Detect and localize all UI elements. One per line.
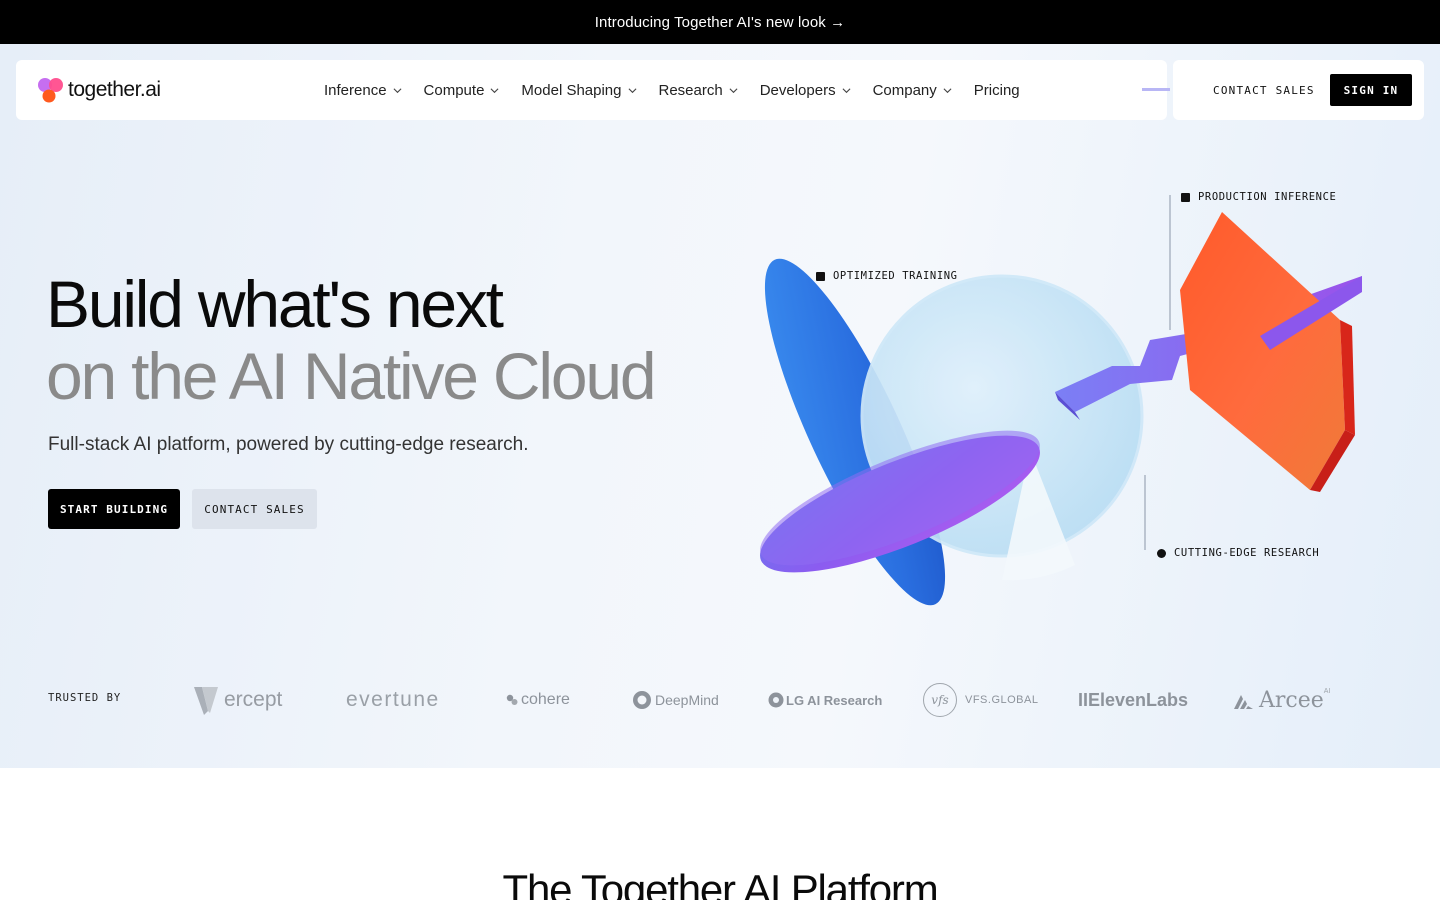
nav-accent-line	[1142, 88, 1170, 91]
nav-item-pricing[interactable]: Pricing	[974, 82, 1020, 99]
vercept-wordmark: ercept	[224, 688, 283, 711]
hero-title-line2: on the AI Native Cloud	[46, 339, 657, 413]
chevron-down-icon	[490, 87, 499, 93]
arcee-mark-icon	[1234, 695, 1253, 709]
lg-mark-icon	[768, 692, 784, 708]
logo-deepmind: DeepMind	[632, 680, 719, 720]
hero-illustration: PRODUCTION INFERENCE OPTIMIZED TRAINING …	[740, 180, 1400, 630]
cohere-mark-icon	[506, 694, 518, 705]
announcement-link[interactable]: Introducing Together AI's new look →	[595, 14, 846, 31]
optimized-training-icon	[816, 271, 825, 281]
nav-item-company[interactable]: Company	[873, 82, 952, 99]
header-actions: CONTACT SALES SIGN IN	[1173, 60, 1424, 120]
tag-cutting-edge-research: CUTTING-EDGE RESEARCH	[1157, 547, 1319, 559]
arcee-wordmark: Arcee	[1259, 687, 1324, 713]
deepmind-mark-icon	[633, 691, 651, 709]
nav-item-model-shaping[interactable]: Model Shaping	[521, 82, 636, 99]
logo-vfs-global: vfs VFS.GLOBAL	[923, 680, 1038, 720]
logo-vercept: ercept	[192, 680, 282, 720]
hero-subtitle: Full-stack AI platform, powered by cutti…	[48, 434, 529, 455]
trusted-by-label: TRUSTED BY	[48, 692, 122, 704]
logo-lg-ai-research: LG AI Research	[768, 680, 882, 720]
main-navbar: together.ai Inference Compute Model Shap…	[16, 60, 1170, 120]
tag-optimized-training: OPTIMIZED TRAINING	[816, 270, 958, 282]
nav-item-developers[interactable]: Developers	[760, 82, 851, 99]
tag-label: OPTIMIZED TRAINING	[833, 270, 958, 282]
cohere-wordmark: cohere	[521, 691, 570, 708]
vfs-mark-icon: vfs	[923, 683, 957, 717]
platform-section-title: The Together AI Platform	[502, 866, 938, 900]
nav-label: Inference	[324, 81, 387, 99]
chevron-down-icon	[943, 87, 952, 93]
vfs-wordmark: VFS.GLOBAL	[965, 694, 1039, 706]
hero-contact-sales-button[interactable]: CONTACT SALES	[192, 489, 317, 529]
chevron-down-icon	[729, 87, 738, 93]
logo-evertune: evertune	[346, 680, 440, 720]
brand-name: together.ai	[68, 78, 161, 101]
chevron-down-icon	[628, 87, 636, 93]
evertune-wordmark: evertune	[346, 688, 440, 711]
tag-production-inference: PRODUCTION INFERENCE	[1181, 191, 1336, 203]
elevenlabs-wordmark: IIElevenLabs	[1078, 689, 1189, 710]
tag-label: CUTTING-EDGE RESEARCH	[1174, 547, 1320, 559]
tag-label: PRODUCTION INFERENCE	[1198, 191, 1337, 203]
lg-wordmark: LG AI Research	[786, 692, 883, 708]
chevron-down-icon	[393, 87, 402, 93]
nav-item-inference[interactable]: Inference	[324, 82, 402, 99]
nav-label: Model Shaping	[521, 81, 622, 99]
nav-label: Developers	[759, 81, 836, 99]
nav-label: Company	[872, 81, 937, 99]
deepmind-wordmark: DeepMind	[655, 692, 719, 708]
together-logo-icon	[36, 76, 64, 104]
chevron-down-icon	[842, 87, 851, 93]
nav-label: Pricing	[973, 81, 1020, 99]
start-building-button[interactable]: START BUILDING	[48, 489, 180, 529]
hero-title-line1: Build what's next	[46, 267, 504, 341]
nav-label: Research	[658, 81, 723, 99]
hero-title: Build what's next on the AI Native Cloud	[46, 267, 657, 413]
primary-nav: Inference Compute Model Shaping Research…	[324, 60, 1042, 120]
logo-arcee: Arcee AI	[1233, 680, 1330, 720]
brand-logo[interactable]: together.ai	[36, 76, 161, 104]
nav-label: Compute	[423, 81, 485, 99]
logo-cohere: cohere	[506, 680, 570, 720]
nav-item-compute[interactable]: Compute	[424, 82, 500, 99]
arcee-superscript: AI	[1323, 688, 1331, 695]
hero-3d-graphic	[760, 195, 1362, 606]
logo-elevenlabs: IIElevenLabs	[1078, 680, 1188, 720]
cutting-edge-research-icon	[1157, 548, 1166, 558]
production-inference-icon	[1181, 192, 1190, 202]
vercept-mark-icon	[194, 687, 218, 715]
announcement-bar[interactable]: Introducing Together AI's new look →	[0, 0, 1440, 44]
vfs-mark-text: vfs	[931, 693, 949, 707]
nav-item-research[interactable]: Research	[659, 82, 738, 99]
contact-sales-button[interactable]: CONTACT SALES	[1197, 74, 1331, 106]
sign-in-button[interactable]: SIGN IN	[1330, 74, 1412, 106]
